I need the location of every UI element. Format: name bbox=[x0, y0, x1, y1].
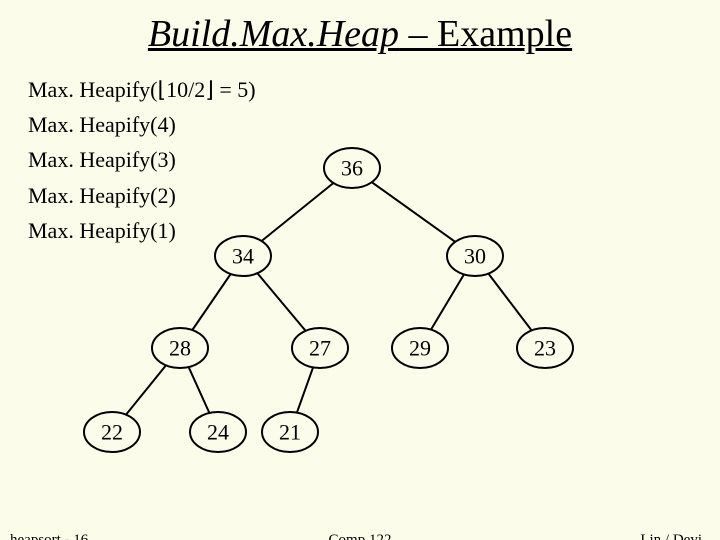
node-label: 28 bbox=[169, 336, 191, 361]
tree-node: 24 bbox=[190, 412, 246, 452]
tree-node: 28 bbox=[152, 328, 208, 368]
tree-node: 22 bbox=[84, 412, 140, 452]
node-label: 30 bbox=[464, 244, 486, 269]
heap-tree: 36 34 30 28 27 29 23 22 24 21 bbox=[0, 0, 720, 540]
tree-node: 30 bbox=[447, 236, 503, 276]
node-label: 23 bbox=[534, 336, 556, 361]
node-label: 36 bbox=[341, 156, 363, 181]
tree-node: 21 bbox=[262, 412, 318, 452]
footer-center: Comp 122 bbox=[0, 532, 720, 540]
node-label: 21 bbox=[279, 420, 301, 445]
tree-node: 34 bbox=[215, 236, 271, 276]
tree-node: 36 bbox=[324, 148, 380, 188]
footer-right: Lin / Devi bbox=[640, 532, 702, 540]
node-label: 29 bbox=[409, 336, 431, 361]
tree-node: 23 bbox=[517, 328, 573, 368]
node-label: 27 bbox=[309, 336, 331, 361]
node-label: 34 bbox=[232, 244, 254, 269]
tree-node: 27 bbox=[292, 328, 348, 368]
node-label: 24 bbox=[207, 420, 229, 445]
tree-node: 29 bbox=[392, 328, 448, 368]
node-label: 22 bbox=[101, 420, 123, 445]
